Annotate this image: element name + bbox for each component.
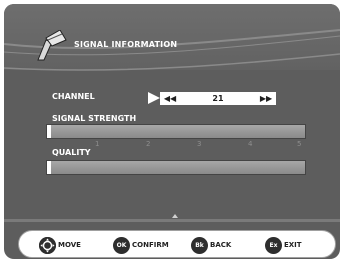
channel-selector[interactable]: ◀◀ 21 ▶▶: [160, 92, 276, 105]
back-icon: Bk: [191, 236, 208, 254]
scale-tick-4: 4: [248, 140, 253, 148]
exit-hint: Ex EXIT: [265, 236, 302, 254]
divider-marker-icon: [172, 214, 178, 218]
osd-screen: SIGNAL INFORMATION CHANNEL ◀◀ 21 ▶▶ SIGN…: [4, 4, 340, 259]
confirm-label: CONFIRM: [132, 241, 169, 249]
signal-strength-label: SIGNAL STRENGTH: [52, 114, 137, 123]
footer-help-bar: MOVE OK CONFIRM Bk BACK Ex EXIT: [18, 230, 336, 258]
channel-label: CHANNEL: [52, 92, 95, 101]
signal-strength-fill: [47, 125, 51, 138]
selection-arrow-icon: [148, 92, 160, 104]
back-label: BACK: [210, 241, 232, 249]
back-hint: Bk BACK: [191, 236, 231, 254]
antenna-icon: [37, 30, 67, 61]
quality-fill: [47, 161, 51, 174]
fast-forward-icon[interactable]: ▶▶: [259, 92, 273, 105]
confirm-hint: OK CONFIRM: [113, 236, 169, 254]
channel-value: 21: [212, 94, 224, 103]
header-panel: SIGNAL INFORMATION: [4, 4, 340, 71]
scale-tick-5: 5: [297, 140, 302, 148]
scale-tick-1: 1: [95, 140, 100, 148]
exit-label: EXIT: [284, 241, 302, 249]
signal-strength-bar: [46, 124, 306, 139]
ok-icon: OK: [113, 236, 130, 254]
scale-tick-3: 3: [197, 140, 202, 148]
quality-bar: [46, 160, 306, 175]
rewind-icon[interactable]: ◀◀: [163, 92, 177, 105]
dpad-icon: [39, 236, 56, 254]
move-label: MOVE: [58, 241, 81, 249]
move-hint: MOVE: [39, 236, 81, 254]
footer-divider: [4, 219, 340, 222]
exit-icon: Ex: [265, 236, 282, 254]
scale-tick-2: 2: [146, 140, 151, 148]
quality-label: QUALITY: [52, 148, 91, 157]
page-title: SIGNAL INFORMATION: [74, 40, 178, 49]
